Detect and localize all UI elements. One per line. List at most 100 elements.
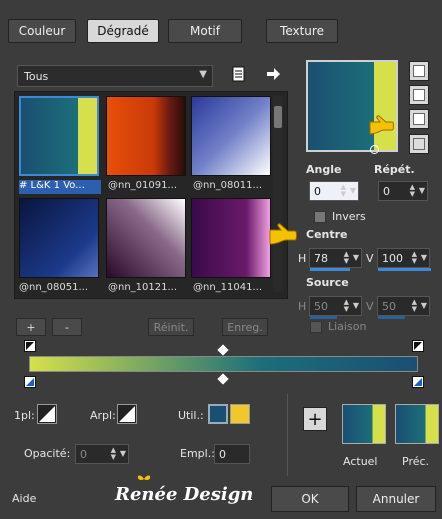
color-stop-right[interactable] <box>412 376 424 388</box>
center-v-input[interactable]: 100 ▲ ▼ ▼ <box>377 248 431 271</box>
gradient-thumb-5[interactable] <box>106 198 186 278</box>
opacity-value: 0 <box>80 447 87 461</box>
gradient-preview[interactable] <box>306 60 398 152</box>
gradient-thumb-3[interactable] <box>191 96 271 176</box>
current-label: Actuel <box>343 455 378 468</box>
previous-label: Préc. <box>402 455 430 468</box>
tab-degrade[interactable]: Dégradé <box>87 19 159 43</box>
dropdown-arrow-icon[interactable]: ▼ <box>350 186 356 195</box>
gradient-label-2: @nn_01091... <box>108 180 178 191</box>
document-icon[interactable] <box>231 66 247 82</box>
previous-gradient-swatch[interactable] <box>395 404 439 444</box>
gradient-label-1: # L&K 1 Vo... <box>19 180 101 194</box>
gradient-thumb-2[interactable] <box>106 96 186 176</box>
invert-checkbox[interactable] <box>314 211 326 223</box>
source-h-label: H <box>298 300 307 313</box>
link-checkbox[interactable] <box>310 321 322 333</box>
source-h-slider[interactable] <box>310 316 337 319</box>
location-label: Empl.: <box>180 447 215 460</box>
chevron-down-icon: ▼ <box>199 69 207 80</box>
spin-arrows-icon[interactable]: ▲ ▼ <box>344 299 349 313</box>
radial-style-button[interactable] <box>409 134 429 154</box>
center-v-slider[interactable] <box>378 268 431 271</box>
reset-button[interactable]: Réinit. <box>148 318 194 336</box>
user-color-1[interactable] <box>208 404 228 424</box>
link-label: Liaison <box>328 320 367 333</box>
source-v-slider[interactable] <box>378 316 405 319</box>
gallery-scrollbar[interactable] <box>273 96 283 292</box>
gradient-thumb-6[interactable] <box>191 198 271 278</box>
first-plan-label: 1pl: <box>14 409 35 422</box>
spin-arrows-icon[interactable]: ▲ ▼ <box>410 184 415 198</box>
scrollbar-thumb[interactable] <box>274 106 282 128</box>
location-input[interactable]: 0 <box>214 444 250 464</box>
add-button[interactable]: + <box>16 318 46 336</box>
dropdown-arrow-icon[interactable]: ▼ <box>419 186 425 195</box>
opacity-stop-right[interactable] <box>412 340 424 352</box>
opacity-stop-left[interactable] <box>24 340 36 352</box>
category-selected: Tous <box>24 69 49 83</box>
tab-couleur[interactable]: Couleur <box>8 19 76 43</box>
source-v-value: 50 <box>382 299 396 313</box>
ok-button[interactable]: OK <box>271 486 349 512</box>
location-value: 0 <box>219 447 226 461</box>
color-midpoint[interactable] <box>217 373 229 385</box>
add-icon[interactable]: + <box>303 407 327 431</box>
cancel-button[interactable]: Annuler <box>356 486 436 512</box>
save-button[interactable]: Enreg. <box>222 318 268 336</box>
first-plan-swatch[interactable] <box>37 404 57 424</box>
spin-arrows-icon[interactable]: ▲ ▼ <box>344 251 349 265</box>
center-h-value: 78 <box>314 251 328 265</box>
gradient-thumb-1[interactable] <box>19 96 99 176</box>
spin-arrows-icon[interactable]: ▲ ▼ <box>412 251 417 265</box>
sunburst-style-button[interactable] <box>409 109 429 129</box>
spin-arrows-icon[interactable]: ▲ ▼ <box>341 184 346 198</box>
color-stop-left[interactable] <box>24 376 36 388</box>
pointing-hand-icon <box>368 114 396 136</box>
gradient-thumb-4[interactable] <box>19 198 99 278</box>
gradient-gallery: # L&K 1 Vo... @nn_01091... @nn_08011... … <box>14 91 288 299</box>
arrow-right-icon[interactable] <box>265 66 281 82</box>
invert-label: Invers <box>332 210 366 223</box>
current-gradient-swatch[interactable] <box>342 404 386 444</box>
dropdown-arrow-icon[interactable]: ▼ <box>353 253 359 262</box>
spin-arrows-icon[interactable]: ▲ ▼ <box>412 299 417 313</box>
tab-motif[interactable]: Motif <box>168 19 242 43</box>
user-label: Util.: <box>178 409 204 422</box>
category-dropdown[interactable]: Tous ▼ <box>17 65 213 87</box>
dropdown-arrow-icon[interactable]: ▼ <box>421 253 427 262</box>
butterfly-icon <box>136 474 152 484</box>
center-h-label: H <box>298 252 307 265</box>
dropdown-arrow-icon[interactable]: ▼ <box>120 449 126 458</box>
tab-texture[interactable]: Texture <box>266 19 338 43</box>
repeat-input[interactable]: 0 ▲ ▼ ▼ <box>378 181 428 201</box>
source-h-input[interactable]: 50 ▲ ▼ ▼ <box>309 296 362 319</box>
source-h-value: 50 <box>314 299 328 313</box>
linear-style-button[interactable] <box>409 61 429 81</box>
center-h-input[interactable]: 78 ▲ ▼ ▼ <box>309 248 362 271</box>
rectangular-style-button[interactable] <box>409 85 429 105</box>
opacity-input[interactable]: 0 ▲ ▼ ▼ <box>75 444 129 464</box>
pointing-hand-icon <box>268 222 300 246</box>
opacity-midpoint[interactable] <box>217 344 229 356</box>
repeat-value: 0 <box>383 184 390 198</box>
remove-button[interactable]: - <box>52 318 82 336</box>
dropdown-arrow-icon[interactable]: ▼ <box>421 301 427 310</box>
center-v-label: V <box>366 252 374 265</box>
help-label[interactable]: Aide <box>12 492 36 505</box>
repeat-label: Répét. <box>374 163 415 176</box>
dropdown-arrow-icon[interactable]: ▼ <box>353 301 359 310</box>
spin-arrows-icon[interactable]: ▲ ▼ <box>111 447 116 461</box>
center-h-slider[interactable] <box>310 268 350 271</box>
source-v-input[interactable]: 50 ▲ ▼ ▼ <box>377 296 430 319</box>
gradient-bar[interactable] <box>29 356 418 372</box>
source-v-label: V <box>366 300 374 313</box>
background-plan-swatch[interactable] <box>117 404 137 424</box>
angle-input[interactable]: 0 ▲ ▼ ▼ <box>309 181 359 201</box>
gradient-label-5: @nn_10121... <box>108 282 178 293</box>
center-label: Centre <box>306 228 348 241</box>
gradient-label-3: @nn_08011... <box>193 180 263 191</box>
user-color-2[interactable] <box>230 404 250 424</box>
crosshair-icon[interactable] <box>370 145 379 154</box>
angle-value: 0 <box>314 184 321 198</box>
